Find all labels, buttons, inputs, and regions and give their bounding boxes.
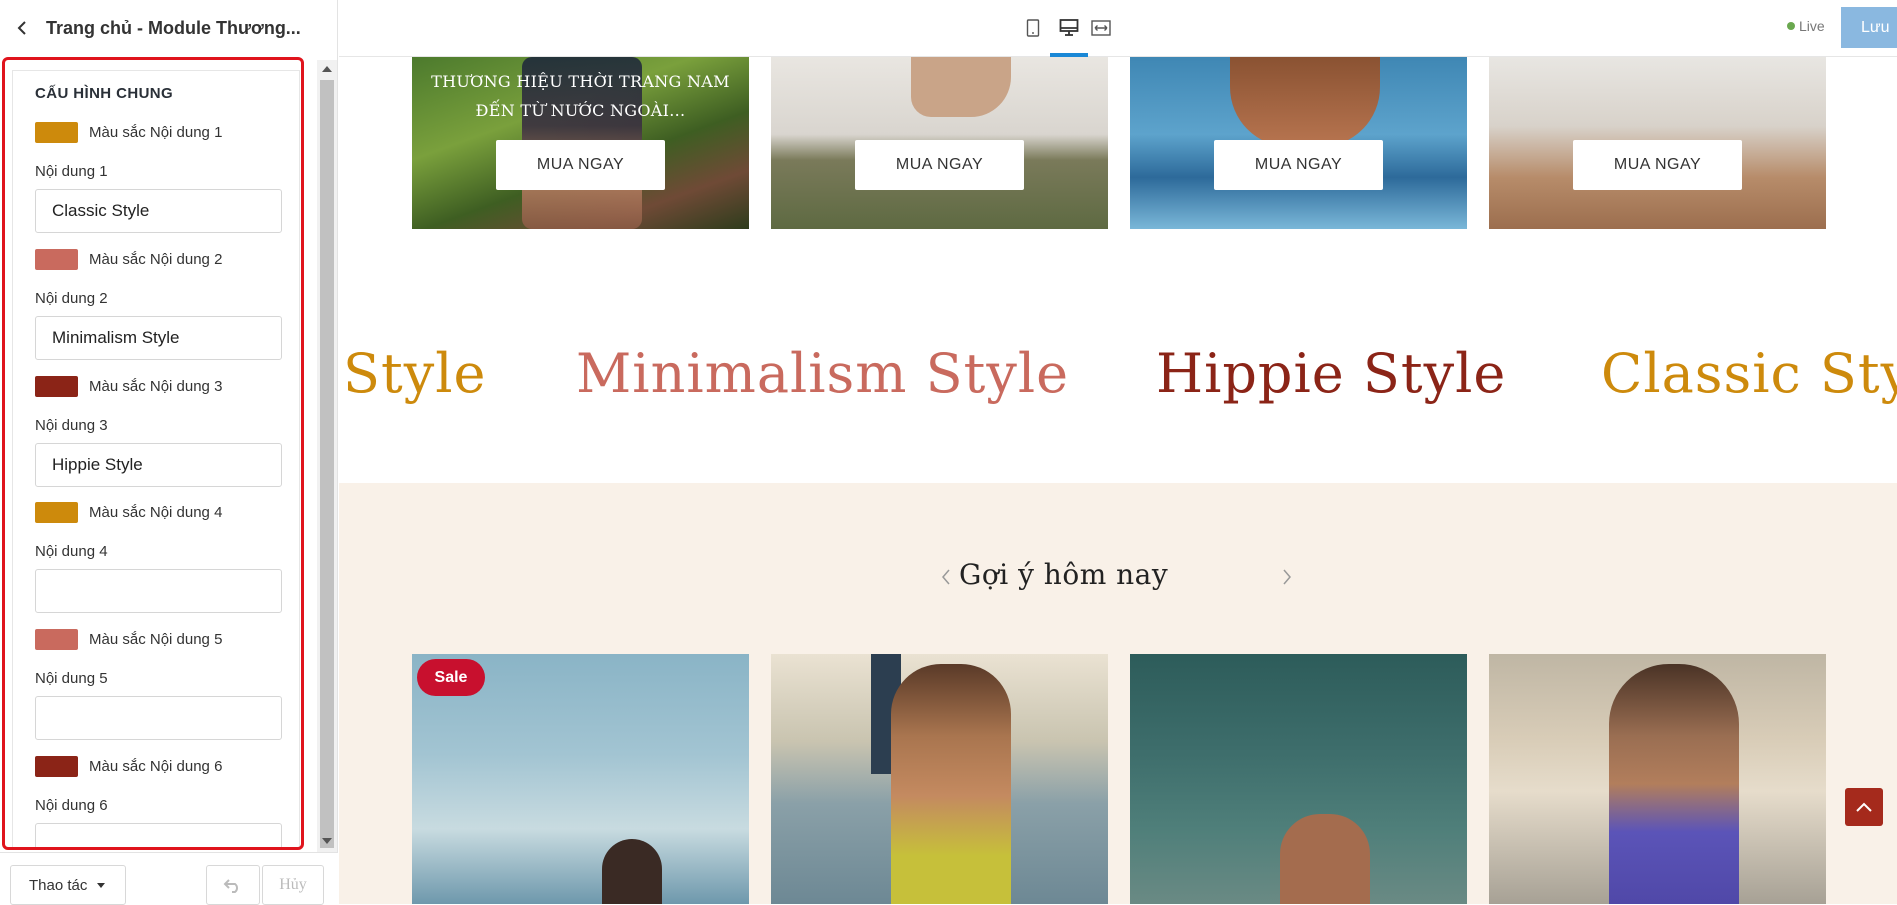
product-card-1[interactable]: Sale (412, 654, 749, 904)
actions-dropdown[interactable]: Thao tác (10, 865, 126, 905)
banner-photo (1230, 57, 1380, 147)
chevron-left-icon[interactable] (937, 565, 955, 589)
text-marquee: Style Minimalism Style Hippie Style Clas… (339, 342, 1897, 422)
banner-tile-2[interactable]: MUA NGAY (771, 57, 1108, 229)
desktop-icon[interactable] (1058, 17, 1080, 39)
banner-tile-4[interactable]: MUA NGAY (1489, 57, 1826, 229)
marquee-item: Minimalism Style (576, 342, 1070, 405)
caret-down-icon (97, 882, 106, 888)
banner-photo (911, 57, 1011, 117)
banner-caption-line: ĐẾN TỪ NƯỚC NGOÀI... (475, 101, 686, 120)
editor-sidebar: Trang chủ - Module Thương... CẤU HÌNH CH… (0, 0, 338, 905)
live-status: Live (1787, 18, 1825, 34)
scrollbar-thumb[interactable] (320, 80, 334, 848)
buy-now-button[interactable]: MUA NGAY (496, 140, 665, 190)
fullwidth-icon[interactable] (1090, 17, 1112, 39)
banner-tile-1[interactable]: THƯƠNG HIỆU THỜI TRANG NAM ĐẾN TỪ NƯỚC N… (412, 57, 749, 229)
sidebar-scrollbar[interactable] (317, 60, 337, 852)
product-photo (1280, 814, 1370, 904)
product-card-3[interactable] (1130, 654, 1467, 904)
section-title: Gợi ý hôm nay (959, 558, 1169, 591)
marquee-item: Hippie Style (1156, 342, 1507, 405)
cancel-button[interactable]: Hủy (262, 865, 324, 905)
product-photo (891, 664, 1011, 904)
chevron-up-icon (1856, 802, 1872, 812)
buy-now-button[interactable]: MUA NGAY (1573, 140, 1742, 190)
live-dot-icon (1787, 22, 1795, 30)
preview-toolbar: Live Lưu (339, 0, 1897, 57)
sidebar-footer: Thao tác Hủy (0, 852, 338, 905)
buy-now-button[interactable]: MUA NGAY (1214, 140, 1383, 190)
banner-tile-3[interactable]: MUA NGAY (1130, 57, 1467, 229)
product-card-4[interactable] (1489, 654, 1826, 904)
product-photo (1609, 664, 1739, 904)
highlight-frame (2, 57, 304, 850)
scroll-up-icon[interactable] (322, 66, 332, 72)
undo-icon (223, 879, 238, 893)
scroll-to-top-button[interactable] (1845, 788, 1883, 826)
product-card-2[interactable] (771, 654, 1108, 904)
product-photo (602, 839, 662, 904)
mobile-icon[interactable] (1022, 17, 1044, 39)
buy-now-button[interactable]: MUA NGAY (855, 140, 1024, 190)
page-preview: THƯƠNG HIỆU THỜI TRANG NAM ĐẾN TỪ NƯỚC N… (339, 57, 1897, 904)
chevron-right-icon[interactable] (1278, 565, 1296, 589)
sidebar-title: Trang chủ - Module Thương... (46, 17, 301, 38)
actions-label: Thao tác (29, 876, 88, 894)
save-button[interactable]: Lưu (1841, 7, 1897, 48)
scroll-down-icon[interactable] (322, 838, 332, 844)
banner-caption-line: THƯƠNG HIỆU THỜI TRANG NAM (431, 72, 730, 91)
sidebar-header: Trang chủ - Module Thương... (0, 0, 337, 56)
back-icon[interactable] (14, 20, 30, 36)
active-device-indicator (1050, 53, 1088, 57)
banner-caption: THƯƠNG HIỆU THỜI TRANG NAM ĐẾN TỪ NƯỚC N… (412, 67, 749, 125)
marquee-item: Classic Style (1601, 342, 1897, 405)
live-label: Live (1799, 18, 1825, 34)
marquee-item: Style (343, 342, 487, 405)
sale-badge: Sale (417, 659, 485, 696)
undo-button[interactable] (206, 865, 260, 905)
